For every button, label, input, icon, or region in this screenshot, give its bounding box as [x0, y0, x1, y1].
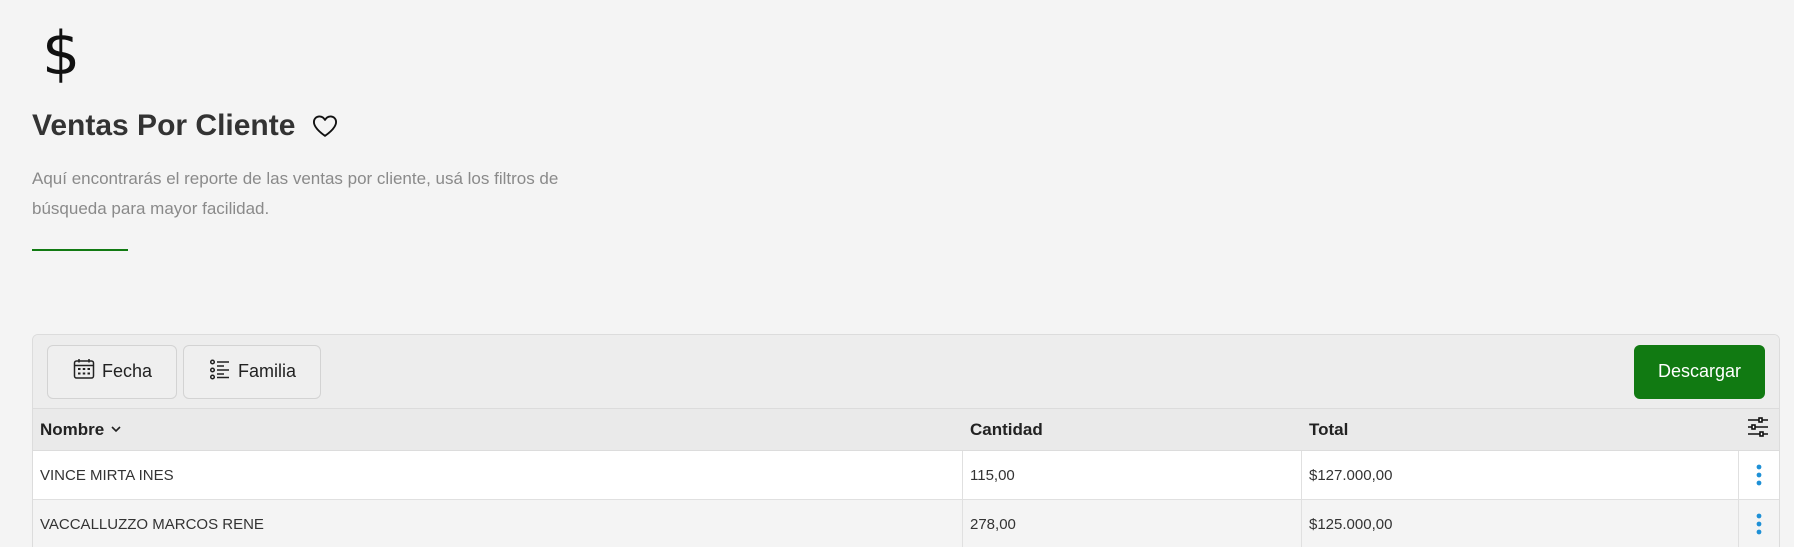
column-header-cantidad[interactable]: Cantidad: [963, 409, 1302, 450]
title-row: Ventas Por Cliente: [32, 109, 339, 143]
column-settings-button[interactable]: [1739, 409, 1779, 450]
dollar-icon: $: [42, 19, 81, 89]
filter-familia-button[interactable]: Familia: [183, 344, 322, 399]
download-button[interactable]: Descargar: [1633, 344, 1765, 399]
calendar-icon: [72, 357, 96, 386]
page-description: Aquí encontrarás el reporte de las venta…: [32, 169, 559, 218]
column-header-nombre[interactable]: Nombre: [33, 409, 963, 450]
heart-icon[interactable]: [311, 112, 339, 140]
sliders-icon: [1746, 415, 1770, 444]
filter-fecha-label: Fecha: [102, 361, 153, 381]
cell-cantidad: 115,00: [963, 451, 1302, 499]
page: $ Ventas Por Cliente Aquí encontrarás el…: [0, 0, 1794, 547]
more-vertical-icon[interactable]: [1755, 512, 1763, 536]
list-icon: [208, 357, 232, 386]
column-nombre-label: Nombre: [40, 419, 105, 439]
cell-total: $125.000,00: [1302, 500, 1739, 547]
filter-familia-label: Familia: [238, 361, 297, 381]
cell-nombre: VINCE MIRTA INES: [33, 451, 963, 499]
title-divider: [32, 249, 128, 251]
cell-cantidad: 278,00: [963, 500, 1302, 547]
row-actions-cell: [1739, 451, 1779, 499]
table-header: Nombre Cantidad Total: [33, 409, 1779, 451]
cell-total: $127.000,00: [1302, 451, 1739, 499]
row-actions-cell: [1739, 500, 1779, 547]
cell-nombre: VACCALLUZZO MARCOS RENE: [33, 500, 963, 547]
table-row[interactable]: VACCALLUZZO MARCOS RENE 278,00 $125.000,…: [33, 500, 1779, 547]
table-row[interactable]: VINCE MIRTA INES 115,00 $127.000,00: [33, 451, 1779, 500]
chevron-down-icon: [110, 420, 122, 440]
more-vertical-icon[interactable]: [1755, 463, 1763, 487]
column-header-total[interactable]: Total: [1302, 409, 1739, 450]
filter-fecha-button[interactable]: Fecha: [47, 344, 178, 399]
page-title: Ventas Por Cliente: [32, 109, 296, 142]
report-table: Fecha Familia Descargar Nombre Cantidad …: [32, 334, 1780, 547]
table-toolbar: Fecha Familia Descargar: [33, 335, 1779, 409]
